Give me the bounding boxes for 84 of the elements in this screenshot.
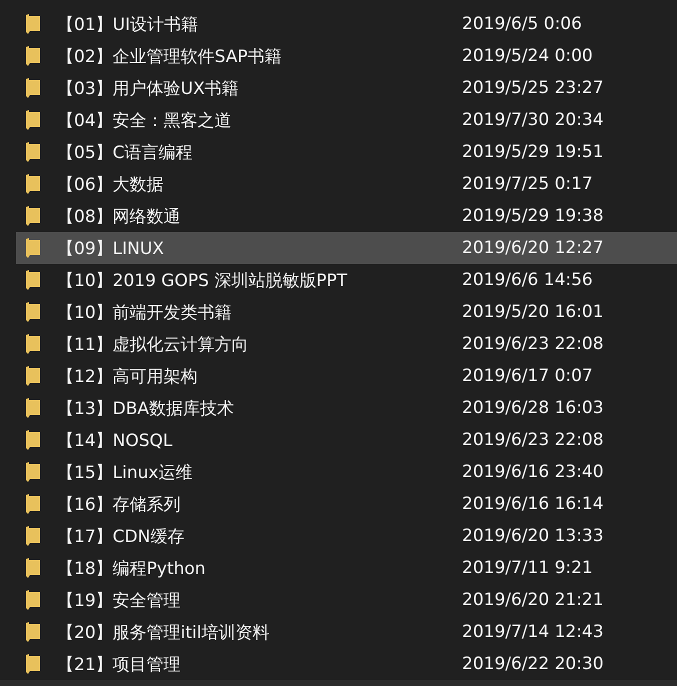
folder-icon <box>26 206 40 226</box>
modified-date: 2019/5/25 23:27 <box>462 78 604 98</box>
folder-icon <box>26 430 40 450</box>
folder-icon <box>26 494 40 514</box>
folder-icon <box>26 302 40 322</box>
modified-date: 2019/7/25 0:17 <box>462 174 593 194</box>
folder-row[interactable]: 【19】安全管理 2019/6/20 21:21 <box>16 584 677 616</box>
folder-icon <box>26 174 40 194</box>
folder-icon <box>26 238 40 258</box>
folder-icon <box>26 78 40 98</box>
folder-name: 【04】安全：黑客之道 <box>57 110 233 132</box>
modified-date: 2019/7/11 9:21 <box>462 558 593 578</box>
modified-date: 2019/6/16 16:14 <box>462 494 604 514</box>
folder-row[interactable]: 【09】LINUX 2019/6/20 12:27 <box>16 232 677 264</box>
folder-icon <box>26 142 40 162</box>
modified-date: 2019/7/14 12:43 <box>462 622 604 642</box>
folder-row[interactable]: 【13】DBA数据库技术 2019/6/28 16:03 <box>16 392 677 424</box>
folder-name: 【15】Linux运维 <box>57 462 194 484</box>
folder-name: 【11】虚拟化云计算方向 <box>57 334 250 356</box>
folder-name: 【10】前端开发类书籍 <box>57 302 233 324</box>
folder-name: 【20】服务管理itil培训资料 <box>57 622 270 644</box>
folder-row[interactable]: 【11】虚拟化云计算方向 2019/6/23 22:08 <box>16 328 677 360</box>
folder-icon <box>26 590 40 610</box>
modified-date: 2019/6/20 12:27 <box>462 238 604 258</box>
modified-date: 2019/6/22 20:30 <box>462 654 604 674</box>
folder-icon <box>26 558 40 578</box>
modified-date: 2019/6/23 22:08 <box>462 430 604 450</box>
folder-row[interactable]: 【08】网络数通 2019/5/29 19:38 <box>16 200 677 232</box>
folder-name: 【10】2019 GOPS 深圳站脱敏版PPT <box>57 270 348 292</box>
folder-row[interactable]: 【12】高可用架构 2019/6/17 0:07 <box>16 360 677 392</box>
modified-date: 2019/5/24 0:00 <box>462 46 593 66</box>
modified-date: 2019/5/20 16:01 <box>462 302 604 322</box>
modified-date: 2019/6/5 0:06 <box>462 14 582 34</box>
folder-name: 【19】安全管理 <box>57 590 182 612</box>
modified-date: 2019/6/20 13:33 <box>462 526 604 546</box>
folder-name: 【14】NOSQL <box>57 430 174 452</box>
folder-name: 【03】用户体验UX书籍 <box>57 78 240 100</box>
modified-date: 2019/6/6 14:56 <box>462 270 593 290</box>
modified-date: 2019/7/30 20:34 <box>462 110 604 130</box>
folder-row[interactable]: 【03】用户体验UX书籍 2019/5/25 23:27 <box>16 72 677 104</box>
folder-icon <box>26 334 40 354</box>
folder-row[interactable]: 【05】C语言编程 2019/5/29 19:51 <box>16 136 677 168</box>
folder-row[interactable]: 【18】编程Python 2019/7/11 9:21 <box>16 552 677 584</box>
folder-icon <box>26 46 40 66</box>
modified-date: 2019/6/17 0:07 <box>462 366 593 386</box>
folder-row[interactable]: 【14】NOSQL 2019/6/23 22:08 <box>16 424 677 456</box>
folder-name: 【16】存储系列 <box>57 494 182 516</box>
folder-row[interactable]: 【10】2019 GOPS 深圳站脱敏版PPT 2019/6/6 14:56 <box>16 264 677 296</box>
folder-icon <box>26 366 40 386</box>
folder-name: 【18】编程Python <box>57 558 207 580</box>
folder-icon <box>26 110 40 130</box>
modified-date: 2019/6/23 22:08 <box>462 334 604 354</box>
folder-name: 【09】LINUX <box>57 238 165 260</box>
modified-date: 2019/5/29 19:51 <box>462 142 604 162</box>
folder-row[interactable]: 【15】Linux运维 2019/6/16 23:40 <box>16 456 677 488</box>
folder-row[interactable]: 【20】服务管理itil培训资料 2019/7/14 12:43 <box>16 616 677 648</box>
folder-name: 【13】DBA数据库技术 <box>57 398 236 420</box>
folder-row[interactable]: 【04】安全：黑客之道 2019/7/30 20:34 <box>16 104 677 136</box>
folder-icon <box>26 398 40 418</box>
folder-row[interactable]: 【01】UI设计书籍 2019/6/5 0:06 <box>16 8 677 40</box>
folder-name: 【05】C语言编程 <box>57 142 194 164</box>
folder-name: 【17】CDN缓存 <box>57 526 186 548</box>
folder-name: 【01】UI设计书籍 <box>57 14 200 36</box>
folder-icon <box>26 270 40 290</box>
folder-row[interactable]: 【17】CDN缓存 2019/6/20 13:33 <box>16 520 677 552</box>
folder-row[interactable]: 【21】项目管理 2019/6/22 20:30 <box>16 648 677 680</box>
modified-date: 2019/5/29 19:38 <box>462 206 604 226</box>
modified-date: 2019/6/20 21:21 <box>462 590 604 610</box>
folder-icon <box>26 526 40 546</box>
folder-row[interactable]: 【16】存储系列 2019/6/16 16:14 <box>16 488 677 520</box>
modified-date: 2019/6/16 23:40 <box>462 462 604 482</box>
folder-row[interactable]: 【10】前端开发类书籍 2019/5/20 16:01 <box>16 296 677 328</box>
folder-name: 【02】企业管理软件SAP书籍 <box>57 46 283 68</box>
folder-icon <box>26 654 40 674</box>
folder-icon <box>26 462 40 482</box>
folder-name: 【08】网络数通 <box>57 206 182 228</box>
folder-icon <box>26 14 40 34</box>
folder-name: 【12】高可用架构 <box>57 366 199 388</box>
folder-name: 【21】项目管理 <box>57 654 182 676</box>
modified-date: 2019/6/28 16:03 <box>462 398 604 418</box>
folder-icon <box>26 622 40 642</box>
folder-name: 【06】大数据 <box>57 174 165 196</box>
folder-row[interactable]: 【06】大数据 2019/7/25 0:17 <box>16 168 677 200</box>
folder-row[interactable]: 【02】企业管理软件SAP书籍 2019/5/24 0:00 <box>16 40 677 72</box>
